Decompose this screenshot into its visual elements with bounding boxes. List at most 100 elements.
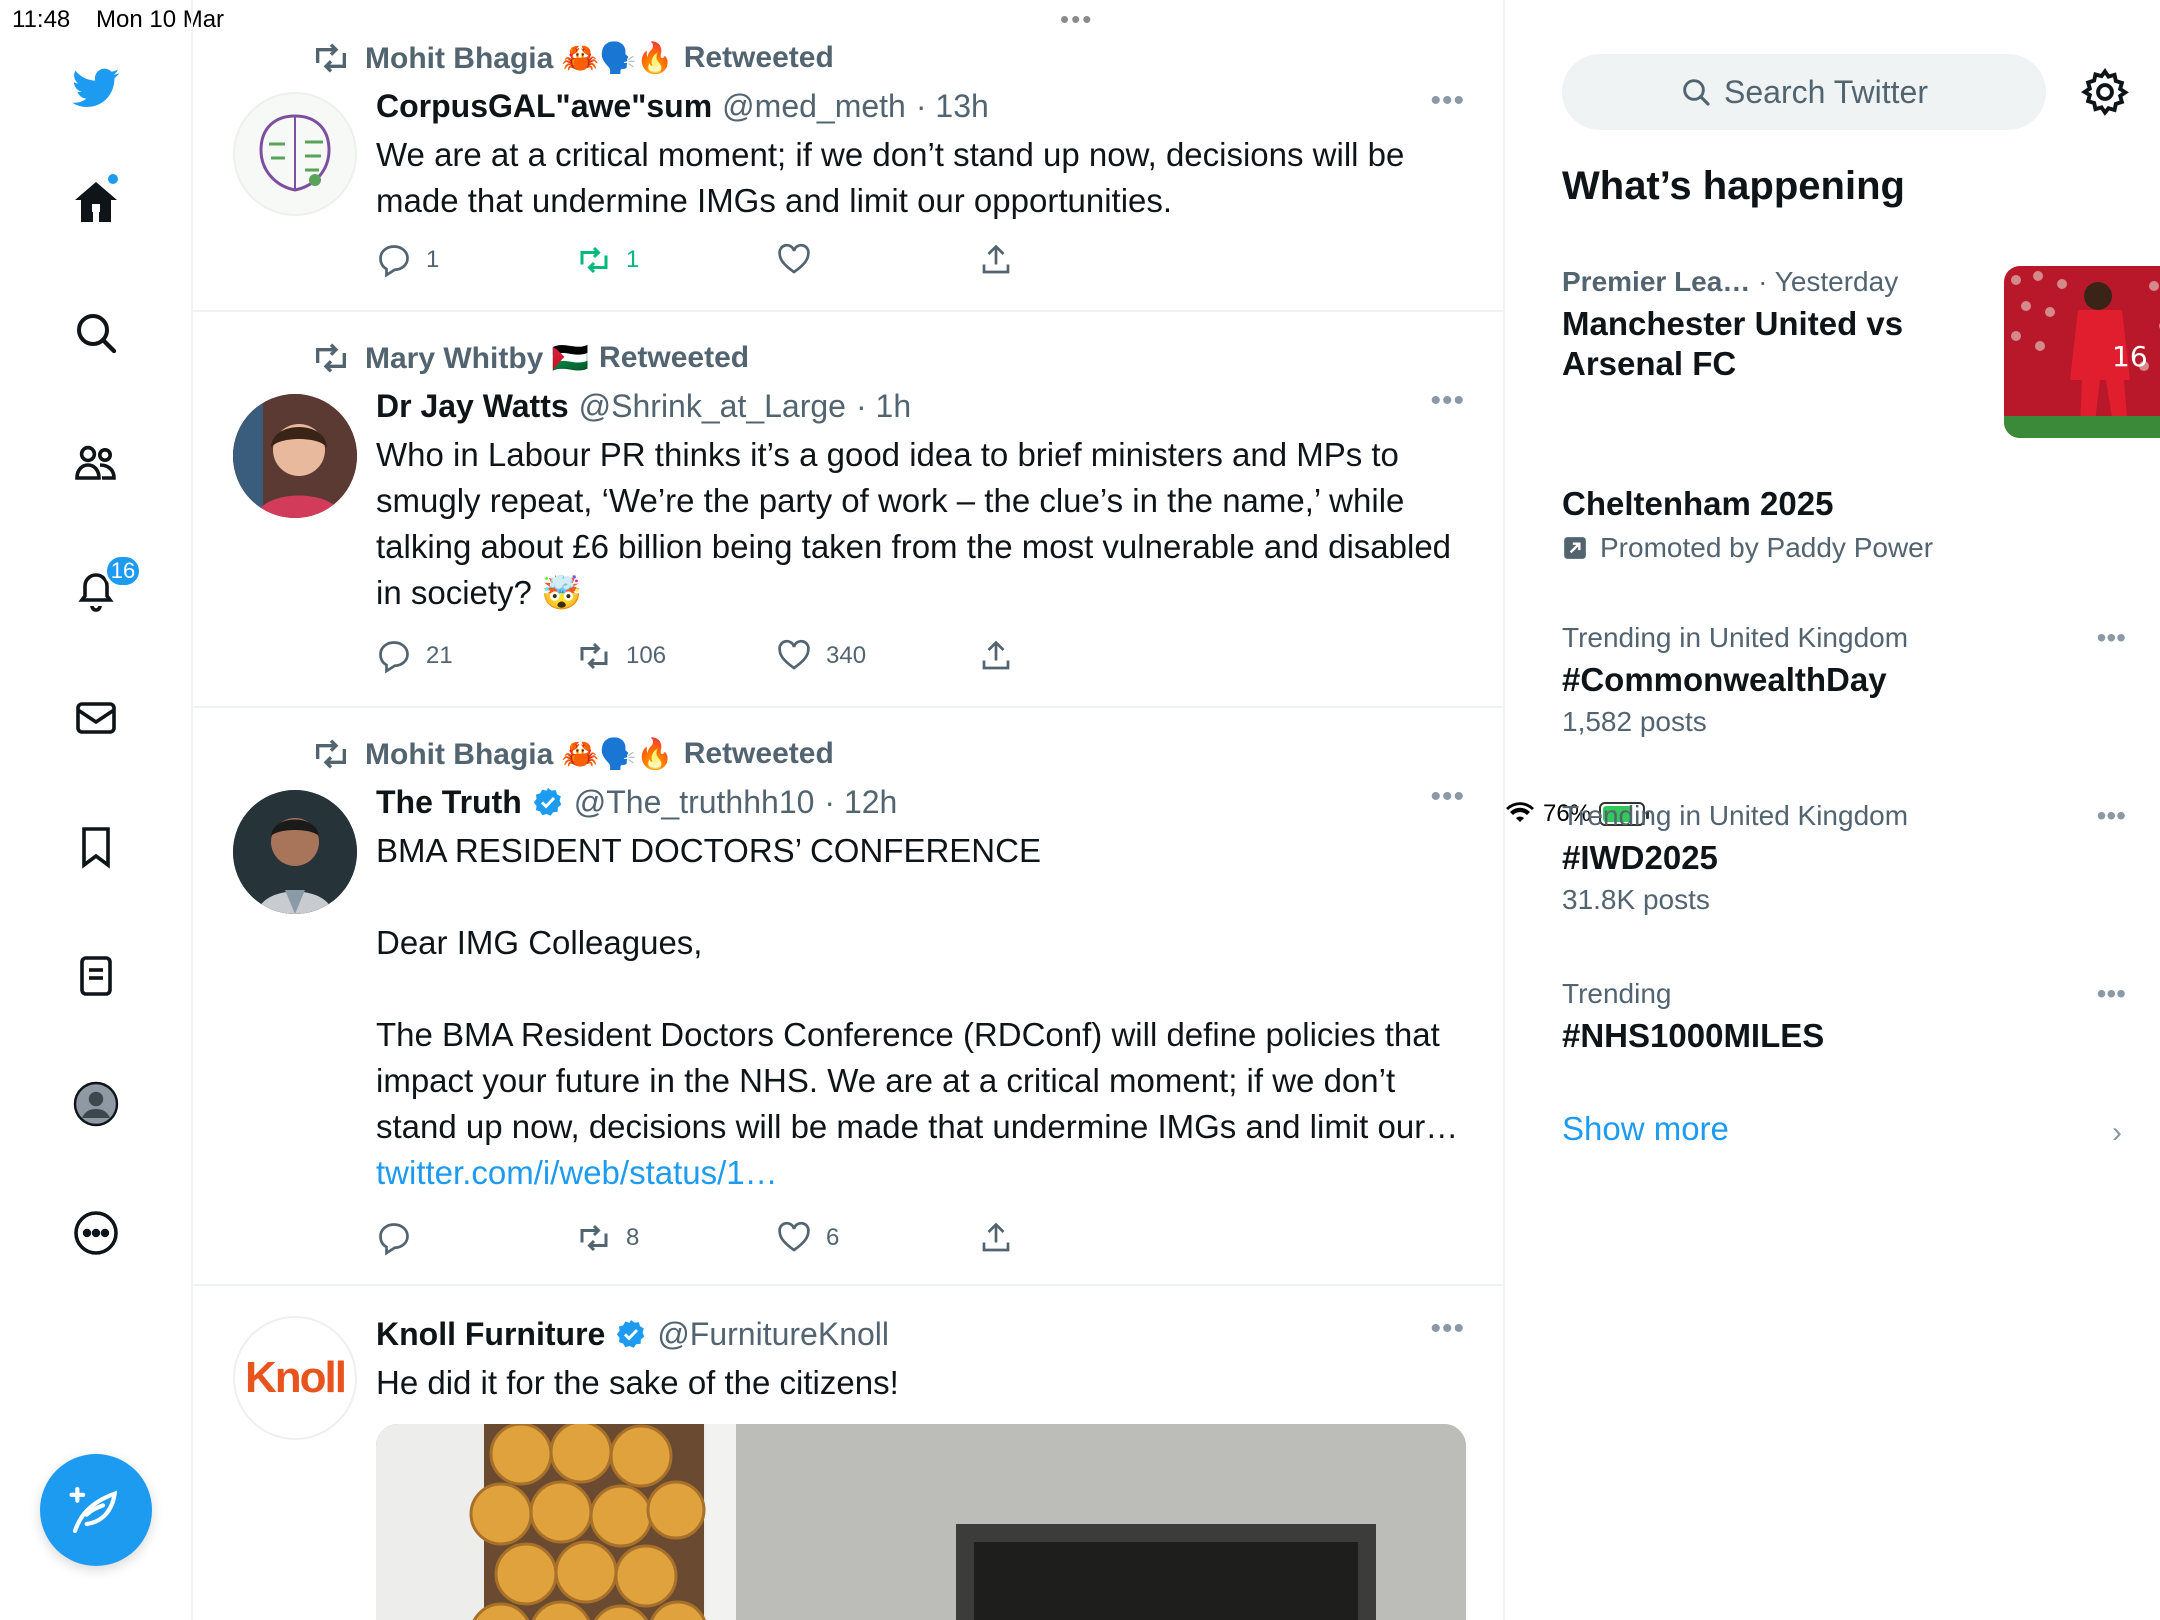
messages-mail-icon[interactable]	[66, 688, 126, 748]
trend-time: · Yesterday	[1758, 266, 1899, 297]
author-handle[interactable]: @med_meth	[722, 88, 906, 125]
reply-button[interactable]	[376, 1220, 426, 1256]
author-name[interactable]: Dr Jay Watts	[376, 388, 569, 425]
compose-quill-icon	[69, 1486, 118, 1534]
lists-icon[interactable]	[66, 946, 126, 1006]
tweet-body: CorpusGAL"awe"sum @med_meth · 13h ••• We…	[376, 84, 1465, 224]
tweet-more-icon[interactable]: •••	[1430, 84, 1465, 118]
author-handle[interactable]: @Shrink_at_Large	[579, 388, 846, 425]
retweet-button[interactable]: 1	[576, 242, 639, 278]
trend-topic: Cheltenham 2025	[1562, 485, 1834, 522]
heart-icon	[778, 1221, 810, 1252]
retweeted-label: Retweeted	[683, 41, 834, 74]
trend-more-icon[interactable]: •••	[2097, 800, 2126, 832]
retweet-button[interactable]: 8	[576, 1220, 639, 1256]
tweet-more-icon[interactable]: •••	[1430, 1312, 1465, 1346]
retweet-icon	[580, 642, 608, 670]
tweet-time[interactable]: · 1h	[856, 388, 911, 425]
author-name[interactable]: The Truth	[376, 784, 522, 821]
like-button[interactable]: 6	[776, 1220, 839, 1256]
retweeter-name[interactable]: Mary Whitby 🇵🇸	[365, 341, 589, 376]
share-button[interactable]	[978, 242, 1014, 278]
reply-button[interactable]: 21	[376, 638, 453, 674]
retweeter-name[interactable]: Mohit Bhagia 🦀🗣️🔥	[365, 737, 674, 772]
retweet-icon	[316, 343, 346, 373]
retweet-context: Mohit Bhagia 🦀🗣️🔥 Retweeted	[316, 38, 834, 78]
trend-item-promoted[interactable]: Cheltenham 2025 Promoted by Paddy Power	[1562, 484, 2122, 574]
tweet-text: Who in Labour PR thinks it’s a good idea…	[376, 436, 1461, 611]
tweet-media-image[interactable]	[376, 1424, 1466, 1620]
communities-icon[interactable]	[66, 432, 126, 492]
trend-more-icon[interactable]: •••	[2097, 622, 2126, 654]
tweet-time[interactable]: · 12h	[824, 784, 897, 821]
tweet-more-icon[interactable]: •••	[1430, 384, 1465, 418]
share-button[interactable]	[978, 638, 1014, 674]
avatar[interactable]	[233, 394, 357, 518]
home-icon[interactable]	[66, 172, 126, 232]
tweet-header: Dr Jay Watts @Shrink_at_Large · 1h	[376, 384, 1465, 428]
retweeted-label: Retweeted	[599, 341, 750, 374]
share-button[interactable]	[978, 1220, 1014, 1256]
compose-tweet-button[interactable]	[40, 1454, 152, 1566]
avatar-logo-text: Knoll	[245, 1353, 347, 1402]
share-icon	[982, 244, 1010, 274]
tweet[interactable]: Mohit Bhagia 🦀🗣️🔥 Retweeted CorpusGAL"aw…	[193, 0, 1503, 312]
author-name[interactable]: CorpusGAL"awe"sum	[376, 88, 712, 125]
retweeted-label: Retweeted	[683, 737, 834, 770]
like-count: 340	[826, 642, 867, 669]
search-placeholder: Search Twitter	[1724, 73, 1928, 110]
tweet[interactable]: Mohit Bhagia 🦀🗣️🔥 Retweeted The Truth @T…	[193, 708, 1503, 1286]
search-input[interactable]: Search Twitter	[1562, 54, 2046, 130]
retweeter-name[interactable]: Mohit Bhagia 🦀🗣️🔥	[365, 41, 674, 76]
left-nav: 16	[0, 0, 193, 1620]
verified-badge-icon	[533, 788, 562, 816]
trend-category: Trending in United Kingdom	[1562, 800, 1909, 831]
author-name[interactable]: Knoll Furniture	[376, 1316, 605, 1353]
tweet[interactable]: Knoll Knoll Furniture @FurnitureKnoll ••…	[193, 1286, 1503, 1620]
whats-happening-title: What’s happening	[1562, 164, 1905, 208]
trend-item[interactable]: Trending in United Kingdom ••• #IWD2025 …	[1562, 800, 2126, 930]
trend-category: Premier Lea…	[1562, 266, 1751, 297]
trend-category: Trending	[1562, 978, 1672, 1009]
trend-more-icon[interactable]: •••	[2097, 978, 2126, 1010]
trend-item[interactable]: Premier Lea… · Yesterday Manchester Unit…	[1562, 266, 2160, 446]
notifications-bell-icon[interactable]: 16	[66, 554, 142, 620]
retweet-count: 8	[626, 1224, 640, 1251]
promoted-icon	[1564, 537, 1586, 559]
explore-search-icon[interactable]	[66, 303, 126, 363]
heart-icon	[778, 243, 810, 274]
tweet-header: CorpusGAL"awe"sum @med_meth · 13h	[376, 84, 1465, 128]
trend-post-count: 31.8K posts	[1562, 884, 1710, 915]
retweet-button[interactable]: 106	[576, 638, 666, 674]
settings-gear-icon[interactable]	[2079, 66, 2131, 118]
trend-item[interactable]: Trending ••• #NHS1000MILES	[1562, 978, 2126, 1068]
avatar[interactable]	[233, 92, 357, 216]
tweet[interactable]: Mary Whitby 🇵🇸 Retweeted Dr Jay Watts @S…	[193, 312, 1503, 708]
trend-topic: #NHS1000MILES	[1562, 1017, 1825, 1054]
svg-text:16: 16	[2112, 340, 2148, 373]
like-button[interactable]: 340	[776, 638, 866, 674]
tweet-text: BMA RESIDENT DOCTORS’ CONFERENCE Dear IM…	[376, 828, 1465, 1196]
reply-count: 21	[426, 642, 453, 669]
trend-item[interactable]: Trending in United Kingdom ••• #Commonwe…	[1562, 622, 2126, 752]
twitter-logo-icon[interactable]	[66, 58, 126, 118]
reply-button[interactable]: 1	[376, 242, 439, 278]
retweet-icon	[316, 739, 346, 769]
bookmark-icon[interactable]	[66, 817, 126, 877]
more-options-icon[interactable]	[66, 1203, 126, 1263]
home-timeline: Mohit Bhagia 🦀🗣️🔥 Retweeted CorpusGAL"aw…	[193, 0, 1505, 1620]
tweet-more-icon[interactable]: •••	[1430, 780, 1465, 814]
author-handle[interactable]: @FurnitureKnoll	[657, 1316, 889, 1353]
tweet-time[interactable]: · 13h	[916, 88, 989, 125]
author-handle[interactable]: @The_truthhh10	[574, 784, 815, 821]
like-button[interactable]	[776, 242, 826, 278]
tweet-text: We are at a critical moment; if we don’t…	[376, 136, 1414, 219]
like-count: 6	[826, 1224, 840, 1251]
avatar[interactable]	[233, 790, 357, 914]
profile-avatar-icon[interactable]	[66, 1074, 126, 1134]
avatar[interactable]: Knoll	[233, 1316, 357, 1440]
trend-topic: #CommonwealthDay	[1562, 661, 1887, 698]
tweet-link[interactable]: twitter.com/i/web/status/1…	[376, 1154, 778, 1191]
retweet-count: 1	[626, 246, 640, 273]
show-more-link[interactable]: Show more ›	[1562, 1110, 2122, 1149]
